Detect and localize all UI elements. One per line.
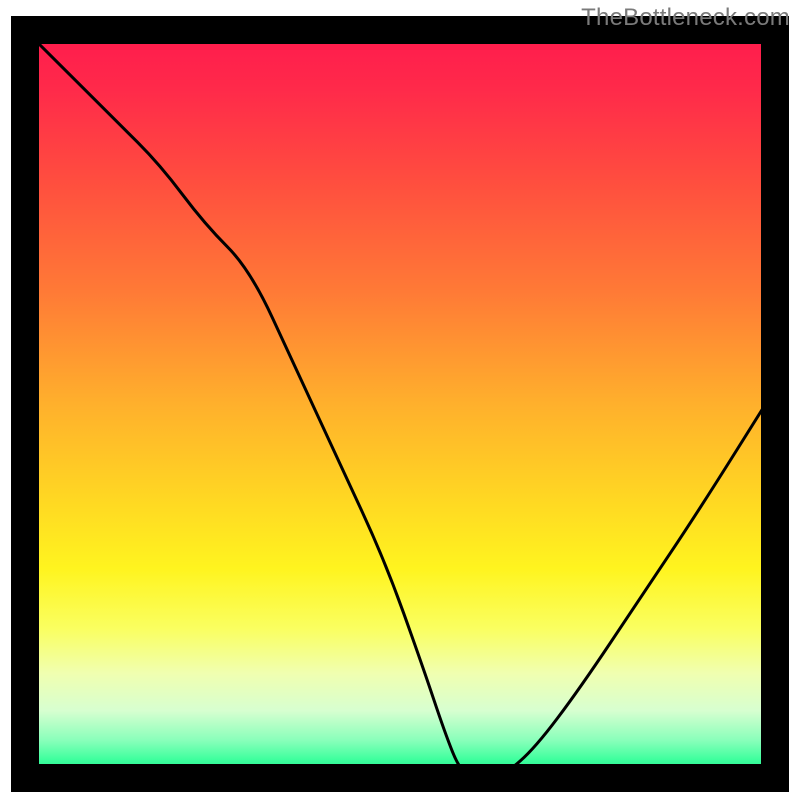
watermark-text: TheBottleneck.com: [581, 4, 790, 32]
chart-canvas: [0, 0, 800, 800]
bottleneck-chart: TheBottleneck.com: [0, 0, 800, 800]
